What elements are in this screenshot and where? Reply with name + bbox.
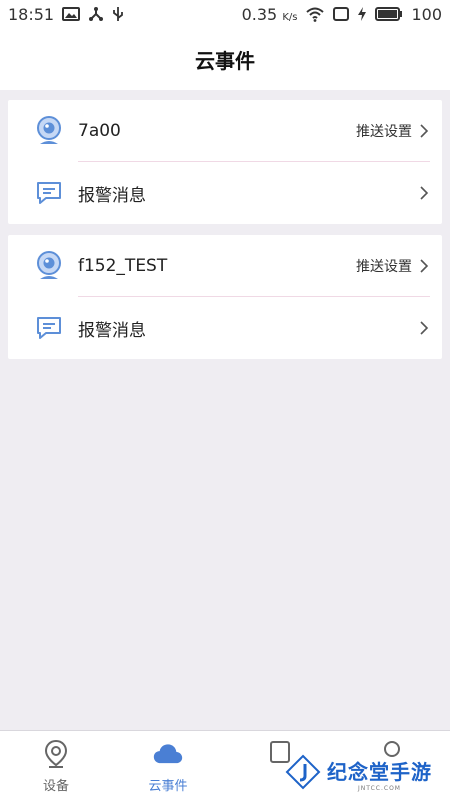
watermark-text-group: 纪念堂手游 JNTCC.COM (327, 756, 432, 792)
device-name: 7a00 (78, 121, 121, 141)
camera-icon (34, 251, 64, 281)
message-icon (34, 313, 64, 343)
watermark-logo-icon (285, 754, 321, 794)
device-row[interactable]: f152_TEST 推送设置 (8, 235, 442, 297)
watermark: 纪念堂手游 JNTCC.COM (285, 754, 432, 794)
camera-icon (34, 116, 64, 146)
chevron-right-icon (418, 123, 430, 139)
cloud-icon (153, 739, 183, 769)
device-name: f152_TEST (78, 256, 168, 276)
device-row[interactable]: 7a00 推送设置 (8, 100, 442, 162)
status-left: 18:51 (8, 5, 124, 24)
push-settings-button[interactable]: 推送设置 (356, 256, 430, 276)
wifi-icon (305, 6, 325, 22)
nav-label-cloud-events: 云事件 (148, 779, 188, 794)
chevron-right-icon (418, 185, 430, 201)
device-card: f152_TEST 推送设置 报警消息 (8, 235, 442, 359)
header: 云事件 (0, 28, 450, 90)
watermark-sub: JNTCC.COM (358, 785, 401, 792)
push-settings-button[interactable]: 推送设置 (356, 121, 430, 141)
alarm-messages-label: 报警消息 (78, 185, 146, 206)
chevron-right-icon (418, 258, 430, 274)
location-pin-icon (41, 739, 71, 769)
battery-level: 100 (411, 4, 442, 24)
image-notification-icon (62, 7, 81, 21)
push-settings-label: 推送设置 (356, 124, 412, 140)
nav-label-devices: 设备 (42, 779, 69, 794)
nav-item-cloud-events[interactable]: 云事件 (112, 739, 224, 799)
bottom-nav: 设备 云事件 纪念堂手游 JNTCC.COM (0, 730, 450, 800)
push-settings-label: 推送设置 (356, 259, 412, 275)
network-speed: 0.35 K/s (241, 4, 298, 24)
alarm-messages-row[interactable]: 报警消息 (8, 162, 442, 224)
status-right: 0.35 K/s 100 (242, 5, 442, 24)
charging-icon (357, 7, 367, 21)
share-notification-icon (88, 6, 104, 22)
nav-item-devices[interactable]: 设备 (0, 739, 112, 799)
watermark-title: 纪念堂手游 (327, 760, 432, 784)
alarm-messages-row[interactable]: 报警消息 (8, 297, 442, 359)
sim-card-icon (333, 7, 350, 21)
device-card: 7a00 推送设置 报警消息 (8, 100, 442, 224)
usb-icon (112, 6, 124, 22)
alarm-messages-chevron (418, 320, 430, 336)
alarm-messages-chevron (418, 185, 430, 201)
chevron-right-icon (418, 320, 430, 336)
message-icon (34, 178, 64, 208)
status-time: 18:51 (8, 4, 55, 24)
status-bar: 18:51 0.35 K/s 100 (0, 0, 450, 28)
alarm-messages-label: 报警消息 (78, 320, 146, 341)
battery-icon (375, 7, 403, 21)
page-title: 云事件 (195, 48, 255, 73)
